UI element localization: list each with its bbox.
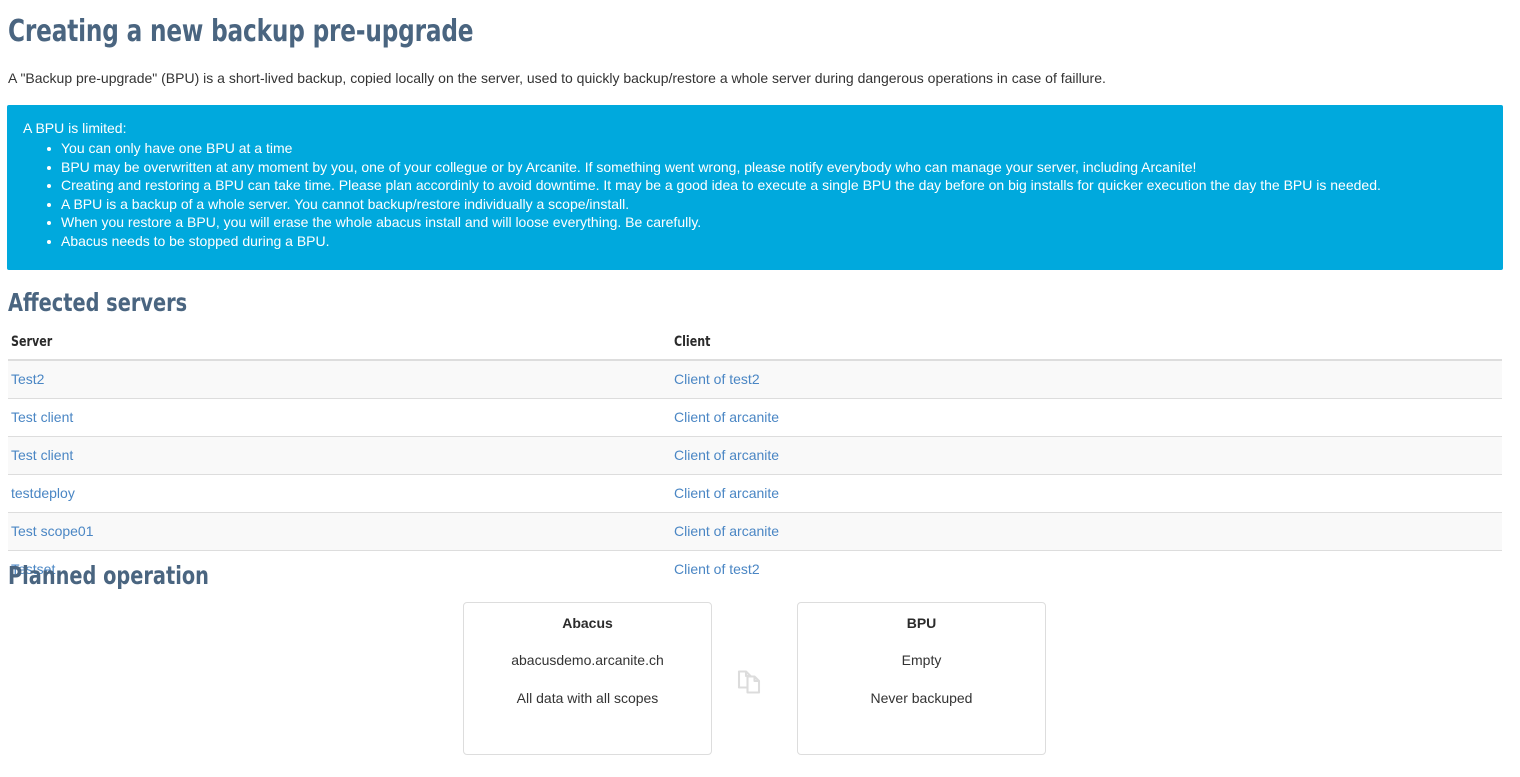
page-title: Creating a new backup pre-upgrade xyxy=(8,14,474,49)
backup-pre-upgrade-page: Creating a new backup pre-upgrade A "Bac… xyxy=(0,0,1520,777)
cell-server: Test client xyxy=(8,398,671,437)
planned-operation-diagram: Abacus abacusdemo.arcanite.ch All data w… xyxy=(0,602,1520,777)
alert-lead-text: A BPU is limited: xyxy=(23,120,127,136)
affected-servers-table-wrapper: Server Client Test2 Client of test2 Test… xyxy=(8,334,1502,588)
cell-client: Client of arcanite xyxy=(671,474,1502,513)
alert-bullet-list: You can only have one BPU at a time BPU … xyxy=(23,139,1487,250)
server-link[interactable]: Test client xyxy=(11,447,73,463)
table-row: Test client Client of arcanite xyxy=(8,398,1502,437)
list-item: BPU may be overwritten at any moment by … xyxy=(47,158,1487,177)
table-body: Test2 Client of test2 Test client Client… xyxy=(8,360,1502,588)
affected-servers-table: Server Client Test2 Client of test2 Test… xyxy=(8,334,1502,588)
server-link[interactable]: Test2 xyxy=(11,371,44,387)
list-item: You can only have one BPU at a time xyxy=(47,139,1487,158)
cell-client: Client of arcanite xyxy=(671,512,1502,551)
table-row: Test scope01 Client of arcanite xyxy=(8,512,1502,551)
cell-server: testdeploy xyxy=(8,474,671,513)
table-row: Testset Client of test2 xyxy=(8,550,1502,588)
cell-server: Test scope01 xyxy=(8,512,671,551)
client-link[interactable]: Client of arcanite xyxy=(674,485,779,501)
page-intro-text: A "Backup pre-upgrade" (BPU) is a short-… xyxy=(8,70,1106,86)
list-item: Creating and restoring a BPU can take ti… xyxy=(47,176,1487,195)
client-link[interactable]: Client of arcanite xyxy=(674,409,779,425)
table-row: Test client Client of arcanite xyxy=(8,436,1502,475)
copy-icon xyxy=(733,664,767,698)
cell-server: Test client xyxy=(8,436,671,475)
list-item: Abacus needs to be stopped during a BPU. xyxy=(47,232,1487,251)
client-link[interactable]: Client of arcanite xyxy=(674,523,779,539)
affected-servers-heading: Affected servers xyxy=(8,288,188,317)
column-header-server: Server xyxy=(8,334,671,361)
source-card-title: Abacus xyxy=(562,615,613,631)
cell-client: Client of test2 xyxy=(671,550,1502,588)
list-item: A BPU is a backup of a whole server. You… xyxy=(47,195,1487,214)
client-link[interactable]: Client of arcanite xyxy=(674,447,779,463)
table-row: Test2 Client of test2 xyxy=(8,360,1502,399)
cell-client: Client of test2 xyxy=(671,360,1502,399)
server-link[interactable]: Test scope01 xyxy=(11,523,94,539)
planned-operation-heading: Planned operation xyxy=(8,561,209,590)
table-row: testdeploy Client of arcanite xyxy=(8,474,1502,513)
column-header-client: Client xyxy=(671,334,1502,361)
server-link[interactable]: testdeploy xyxy=(11,485,75,501)
source-card-hostname: abacusdemo.arcanite.ch xyxy=(511,652,664,668)
client-link[interactable]: Client of test2 xyxy=(674,371,760,387)
target-card-state: Empty xyxy=(901,652,942,668)
target-card-last-backup: Never backuped xyxy=(870,690,973,706)
client-link[interactable]: Client of test2 xyxy=(674,561,760,577)
list-item: When you restore a BPU, you will erase t… xyxy=(47,213,1487,232)
column-header-server-label: Server xyxy=(11,334,53,350)
server-link[interactable]: Test client xyxy=(11,409,73,425)
operation-target-card: BPU Empty Never backuped xyxy=(797,602,1046,755)
bpu-limitations-alert: A BPU is limited: You can only have one … xyxy=(7,105,1503,270)
table-header-row: Server Client xyxy=(8,334,1502,361)
cell-server: Test2 xyxy=(8,360,671,399)
operation-source-card: Abacus abacusdemo.arcanite.ch All data w… xyxy=(463,602,712,755)
column-header-client-label: Client xyxy=(674,334,711,350)
target-card-title: BPU xyxy=(906,615,937,631)
cell-client: Client of arcanite xyxy=(671,436,1502,475)
table-header: Server Client xyxy=(8,334,1502,361)
source-card-scope: All data with all scopes xyxy=(516,690,659,706)
cell-client: Client of arcanite xyxy=(671,398,1502,437)
